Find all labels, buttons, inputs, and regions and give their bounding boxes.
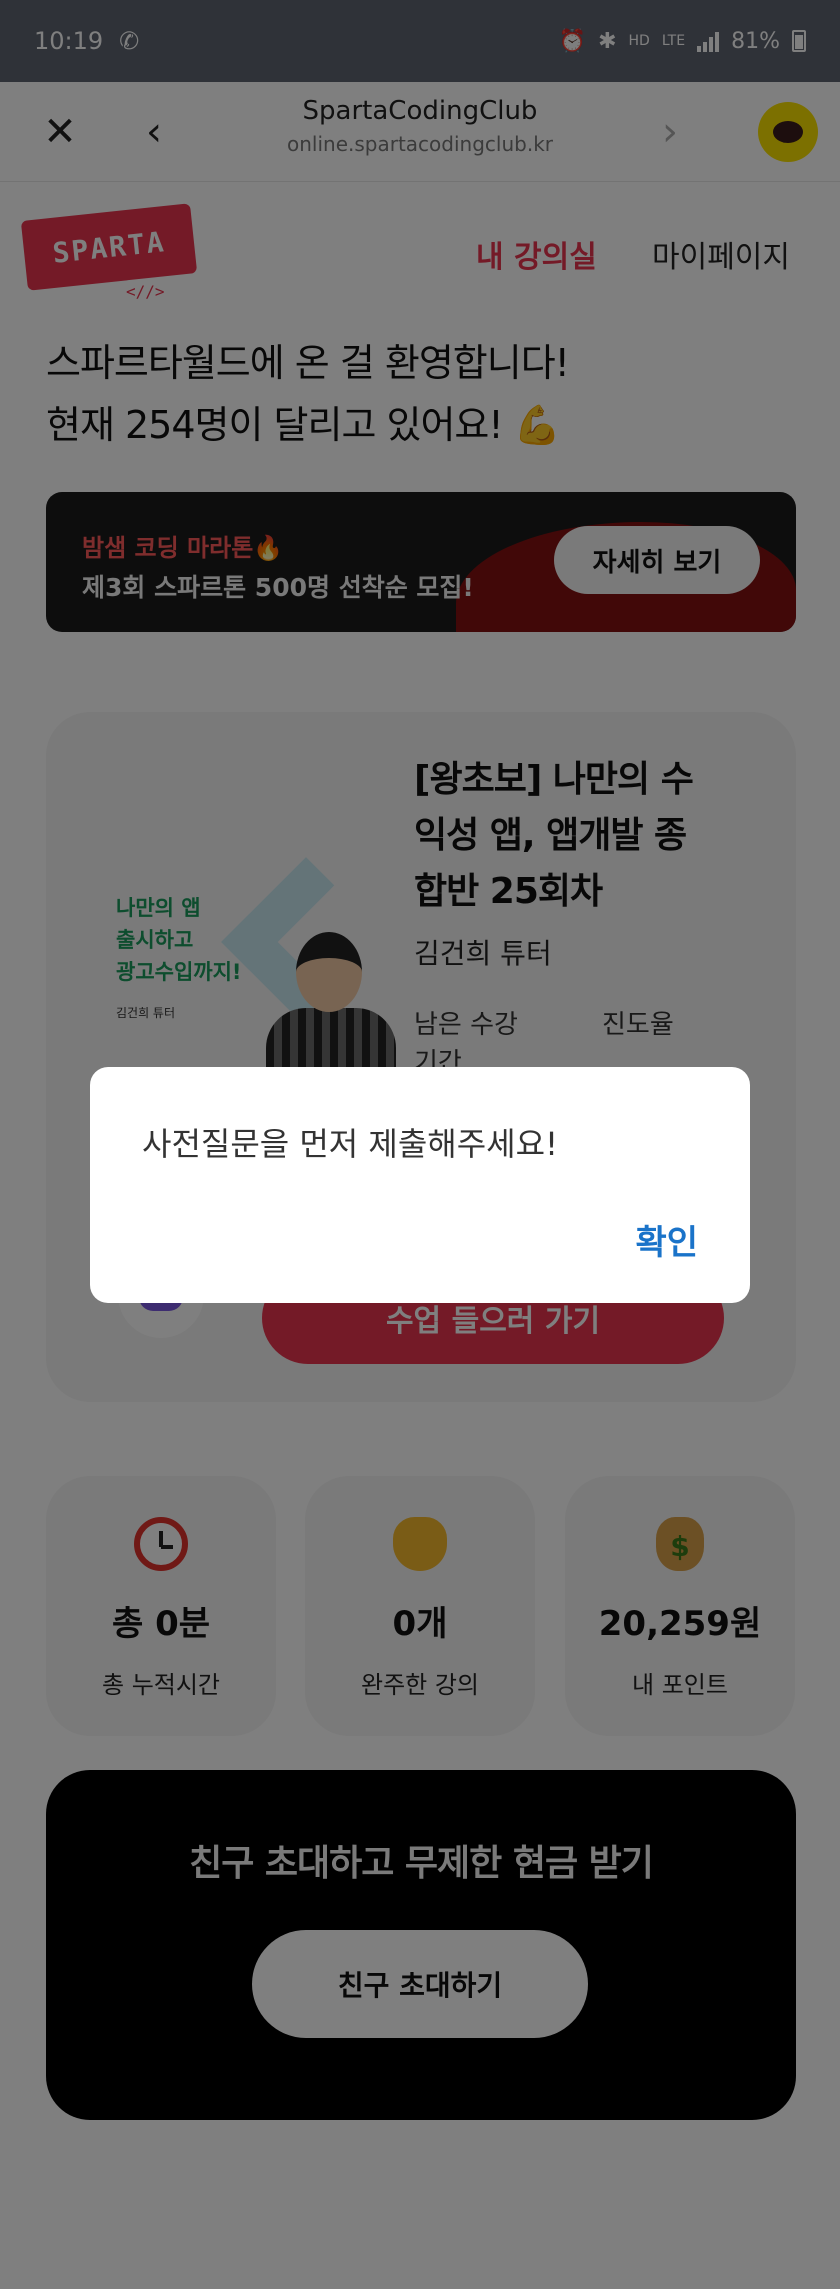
dialog-message: 사전질문을 먼저 제출해주세요! <box>142 1125 558 1163</box>
alert-dialog: 사전질문을 먼저 제출해주세요! 확인 <box>90 1067 750 1303</box>
dialog-confirm-button[interactable]: 확인 <box>635 1215 698 1264</box>
